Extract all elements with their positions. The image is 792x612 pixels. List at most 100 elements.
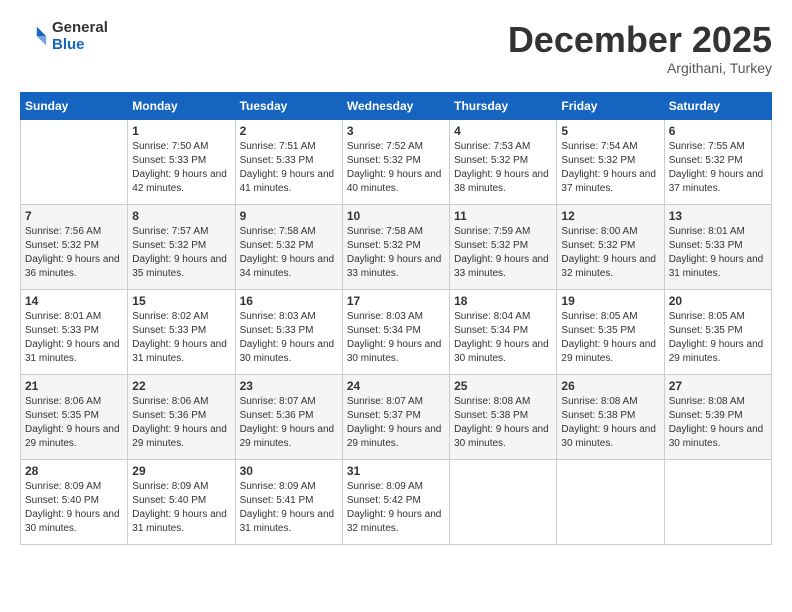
day-number: 10: [347, 209, 445, 223]
day-info: Sunrise: 7:54 AMSunset: 5:32 PMDaylight:…: [561, 140, 659, 196]
day-info: Sunrise: 8:06 AMSunset: 5:35 PMDaylight:…: [25, 395, 123, 451]
day-number: 31: [347, 464, 445, 478]
day-info: Sunrise: 8:04 AMSunset: 5:34 PMDaylight:…: [454, 310, 552, 366]
calendar-cell: 5 Sunrise: 7:54 AMSunset: 5:32 PMDaylight…: [557, 119, 664, 204]
calendar-cell: 16Sunrise: 8:03 AMSunset: 5:33 PMDayligh…: [235, 289, 342, 374]
calendar-header: SundayMondayTuesdayWednesdayThursdayFrid…: [21, 92, 772, 119]
calendar-week-row: 1 Sunrise: 7:50 AMSunset: 5:33 PMDaylight…: [21, 119, 772, 204]
calendar-cell: 31 Sunrise: 8:09 AMSunset: 5:42 PMDayligh…: [342, 459, 449, 544]
calendar-cell: 11 Sunrise: 7:59 AMSunset: 5:32 PMDayligh…: [450, 204, 557, 289]
calendar-cell: 27 Sunrise: 8:08 AMSunset: 5:39 PMDayligh…: [664, 374, 771, 459]
day-of-week-header: Wednesday: [342, 92, 449, 119]
calendar-cell: [557, 459, 664, 544]
calendar-cell: 7 Sunrise: 7:56 AMSunset: 5:32 PMDaylight…: [21, 204, 128, 289]
day-number: 9: [240, 209, 338, 223]
logo-text: General Blue: [52, 20, 108, 53]
calendar-cell: 22Sunrise: 8:06 AMSunset: 5:36 PMDayligh…: [128, 374, 235, 459]
day-info: Sunrise: 8:00 AMSunset: 5:32 PMDaylight:…: [561, 225, 659, 281]
day-info: Sunrise: 7:59 AMSunset: 5:32 PMDaylight:…: [454, 225, 552, 281]
calendar-cell: 3 Sunrise: 7:52 AMSunset: 5:32 PMDaylight…: [342, 119, 449, 204]
calendar-cell: 2 Sunrise: 7:51 AMSunset: 5:33 PMDaylight…: [235, 119, 342, 204]
day-info: Sunrise: 7:55 AMSunset: 5:32 PMDaylight:…: [669, 140, 767, 196]
day-of-week-header: Saturday: [664, 92, 771, 119]
calendar-cell: 23 Sunrise: 8:07 AMSunset: 5:36 PMDayligh…: [235, 374, 342, 459]
day-number: 8: [132, 209, 230, 223]
day-info: Sunrise: 8:09 AMSunset: 5:40 PMDaylight:…: [25, 480, 123, 536]
calendar-cell: 4Sunrise: 7:53 AMSunset: 5:32 PMDaylight…: [450, 119, 557, 204]
day-info: Sunrise: 7:52 AMSunset: 5:32 PMDaylight:…: [347, 140, 445, 196]
calendar-cell: 26 Sunrise: 8:08 AMSunset: 5:38 PMDayligh…: [557, 374, 664, 459]
calendar-cell: 17Sunrise: 8:03 AMSunset: 5:34 PMDayligh…: [342, 289, 449, 374]
logo: General Blue: [20, 20, 108, 53]
calendar-cell: 9 Sunrise: 7:58 AMSunset: 5:32 PMDaylight…: [235, 204, 342, 289]
day-info: Sunrise: 8:08 AMSunset: 5:38 PMDaylight:…: [454, 395, 552, 451]
day-info: Sunrise: 7:56 AMSunset: 5:32 PMDaylight:…: [25, 225, 123, 281]
title-block: December 2025 Argithani, Turkey: [508, 20, 772, 76]
day-number: 1: [132, 124, 230, 138]
day-of-week-header: Tuesday: [235, 92, 342, 119]
day-info: Sunrise: 8:05 AMSunset: 5:35 PMDaylight:…: [669, 310, 767, 366]
day-number: 28: [25, 464, 123, 478]
day-of-week-header: Friday: [557, 92, 664, 119]
day-number: 5: [561, 124, 659, 138]
day-number: 3: [347, 124, 445, 138]
day-number: 11: [454, 209, 552, 223]
day-number: 22: [132, 379, 230, 393]
logo-general-text: General: [52, 20, 108, 37]
day-number: 27: [669, 379, 767, 393]
day-info: Sunrise: 7:53 AMSunset: 5:32 PMDaylight:…: [454, 140, 552, 196]
day-of-week-header: Sunday: [21, 92, 128, 119]
calendar-cell: 28 Sunrise: 8:09 AMSunset: 5:40 PMDayligh…: [21, 459, 128, 544]
day-number: 23: [240, 379, 338, 393]
day-number: 6: [669, 124, 767, 138]
day-info: Sunrise: 8:03 AMSunset: 5:34 PMDaylight:…: [347, 310, 445, 366]
day-number: 12: [561, 209, 659, 223]
logo-icon: [20, 23, 48, 51]
calendar-cell: 19Sunrise: 8:05 AMSunset: 5:35 PMDayligh…: [557, 289, 664, 374]
calendar-cell: 25 Sunrise: 8:08 AMSunset: 5:38 PMDayligh…: [450, 374, 557, 459]
day-number: 13: [669, 209, 767, 223]
calendar-table: SundayMondayTuesdayWednesdayThursdayFrid…: [20, 92, 772, 545]
day-info: Sunrise: 8:07 AMSunset: 5:36 PMDaylight:…: [240, 395, 338, 451]
logo-blue-text: Blue: [52, 37, 108, 54]
day-number: 24: [347, 379, 445, 393]
day-info: Sunrise: 8:07 AMSunset: 5:37 PMDaylight:…: [347, 395, 445, 451]
calendar-cell: 13 Sunrise: 8:01 AMSunset: 5:33 PMDayligh…: [664, 204, 771, 289]
day-info: Sunrise: 8:08 AMSunset: 5:39 PMDaylight:…: [669, 395, 767, 451]
day-info: Sunrise: 7:58 AMSunset: 5:32 PMDaylight:…: [347, 225, 445, 281]
calendar-cell: 15Sunrise: 8:02 AMSunset: 5:33 PMDayligh…: [128, 289, 235, 374]
calendar-cell: 6 Sunrise: 7:55 AMSunset: 5:32 PMDaylight…: [664, 119, 771, 204]
calendar-cell: 21 Sunrise: 8:06 AMSunset: 5:35 PMDayligh…: [21, 374, 128, 459]
day-number: 14: [25, 294, 123, 308]
day-info: Sunrise: 8:05 AMSunset: 5:35 PMDaylight:…: [561, 310, 659, 366]
day-info: Sunrise: 8:01 AMSunset: 5:33 PMDaylight:…: [669, 225, 767, 281]
day-number: 25: [454, 379, 552, 393]
day-number: 29: [132, 464, 230, 478]
calendar-cell: 1 Sunrise: 7:50 AMSunset: 5:33 PMDaylight…: [128, 119, 235, 204]
day-info: Sunrise: 8:09 AMSunset: 5:41 PMDaylight:…: [240, 480, 338, 536]
calendar-week-row: 21 Sunrise: 8:06 AMSunset: 5:35 PMDayligh…: [21, 374, 772, 459]
day-number: 2: [240, 124, 338, 138]
day-info: Sunrise: 8:01 AMSunset: 5:33 PMDaylight:…: [25, 310, 123, 366]
day-number: 15: [132, 294, 230, 308]
day-info: Sunrise: 8:09 AMSunset: 5:42 PMDaylight:…: [347, 480, 445, 536]
calendar-cell: 20Sunrise: 8:05 AMSunset: 5:35 PMDayligh…: [664, 289, 771, 374]
day-info: Sunrise: 7:57 AMSunset: 5:32 PMDaylight:…: [132, 225, 230, 281]
days-of-week-row: SundayMondayTuesdayWednesdayThursdayFrid…: [21, 92, 772, 119]
calendar-week-row: 28 Sunrise: 8:09 AMSunset: 5:40 PMDayligh…: [21, 459, 772, 544]
day-of-week-header: Thursday: [450, 92, 557, 119]
calendar-cell: [450, 459, 557, 544]
calendar-cell: 14 Sunrise: 8:01 AMSunset: 5:33 PMDayligh…: [21, 289, 128, 374]
calendar-cell: 10 Sunrise: 7:58 AMSunset: 5:32 PMDayligh…: [342, 204, 449, 289]
day-number: 26: [561, 379, 659, 393]
day-info: Sunrise: 7:51 AMSunset: 5:33 PMDaylight:…: [240, 140, 338, 196]
calendar-body: 1 Sunrise: 7:50 AMSunset: 5:33 PMDaylight…: [21, 119, 772, 544]
day-number: 21: [25, 379, 123, 393]
day-number: 18: [454, 294, 552, 308]
day-info: Sunrise: 7:58 AMSunset: 5:32 PMDaylight:…: [240, 225, 338, 281]
calendar-cell: [664, 459, 771, 544]
calendar-cell: 29Sunrise: 8:09 AMSunset: 5:40 PMDayligh…: [128, 459, 235, 544]
day-info: Sunrise: 7:50 AMSunset: 5:33 PMDaylight:…: [132, 140, 230, 196]
day-info: Sunrise: 8:08 AMSunset: 5:38 PMDaylight:…: [561, 395, 659, 451]
day-number: 7: [25, 209, 123, 223]
